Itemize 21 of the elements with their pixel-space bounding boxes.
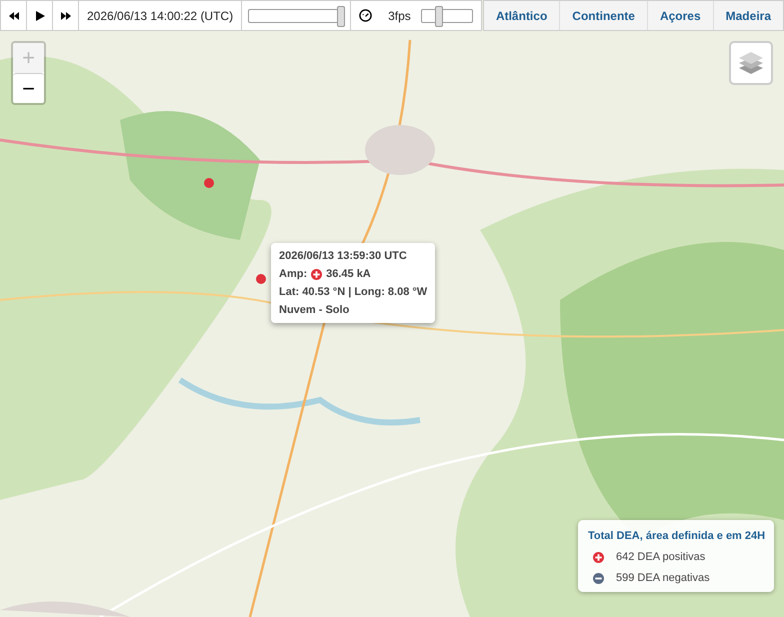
amp-value: 36.45 kA [326, 268, 371, 280]
speed-icon [359, 9, 372, 22]
plus-icon [311, 268, 322, 280]
coordinates: Lat: 40.53 °N | Long: 8.08 °W [279, 286, 428, 298]
legend-label: 599 DEA negativas [616, 572, 710, 584]
rewind-icon [8, 10, 20, 22]
legend-label: 642 DEA positivas [616, 551, 706, 563]
timestamp: 2026/06/13 14:00:22 (UTC) [79, 1, 242, 30]
fast-forward-icon [60, 10, 72, 22]
slider-thumb[interactable] [337, 6, 346, 26]
play-icon [34, 10, 46, 22]
legend-title: Total DEA, área definida e em 24H [588, 530, 766, 542]
strike-time: 2026/06/13 13:59:30 UTC [279, 250, 408, 262]
layers-icon [737, 49, 765, 77]
strike-type: Nuvem - Solo [279, 304, 350, 316]
speed-label: 3fps [387, 8, 412, 24]
minus-icon [593, 572, 604, 584]
layers-button[interactable] [729, 41, 773, 85]
slider-thumb[interactable] [435, 6, 444, 26]
plus-icon [593, 552, 604, 562]
amp-label: Amp: [279, 268, 308, 280]
